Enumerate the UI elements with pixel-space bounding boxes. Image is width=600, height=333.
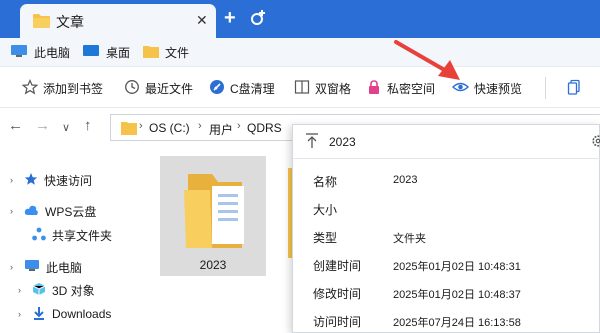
property-label: 修改时间 [313,287,362,301]
property-value: 文件夹 [393,233,426,245]
sidebar-item-label: 快速访问 [44,173,93,188]
breadcrumb-separator: › [139,120,143,132]
dual-pane-icon [294,79,310,98]
navigation-pane: › 快速访问 › WPS云盘 共享文件夹 › 此电脑 › 3D 对象 › Dow… [0,146,150,333]
property-value: 2023 [393,174,418,186]
clock-icon [124,79,140,98]
folder-icon [182,168,248,253]
quickbar-files[interactable]: 文件 [143,43,189,61]
chevron-right-icon: › [18,285,21,295]
add-bookmark-button[interactable]: 添加到书签 [21,78,104,98]
toolbar-label: 最近文件 [145,81,194,96]
breadcrumb-separator: › [237,120,241,132]
chevron-right-icon: › [18,309,21,319]
sidebar-item-wps-cloud[interactable]: › WPS云盘 [10,201,96,221]
download-icon [32,306,46,323]
forward-arrow-icon[interactable]: → [35,118,50,134]
property-label: 类型 [313,231,338,245]
chevron-right-icon: › [10,175,13,185]
chevron-right-icon: › [10,206,13,216]
quickbar-label: 此电脑 [34,45,71,60]
quickbar-label: 桌面 [106,45,131,60]
toolbar-label: 添加到书签 [43,81,104,96]
title-tab-bar: 文章 ✕ + [0,0,600,38]
sidebar-item-this-pc[interactable]: › 此电脑 [10,257,82,277]
tab-title: 文章 [56,14,84,30]
sidebar-item-label: 共享文件夹 [52,228,113,243]
chevron-down-icon[interactable]: ∨ [62,120,70,136]
chevron-right-icon: › [10,262,13,272]
property-label: 访问时间 [313,315,362,329]
toolbar-label: C盘清理 [230,81,275,96]
folder-icon [33,13,50,31]
property-value: 2025年07月24日 16:13:58 [393,317,521,329]
breadcrumb-separator: › [198,120,202,132]
sidebar-item-label: Downloads [52,307,112,321]
property-label: 创建时间 [313,259,362,273]
annotation-arrow-icon [392,38,468,85]
computer-icon [10,44,28,61]
share-icon [32,227,46,244]
sidebar-item-label: 3D 对象 [52,283,95,298]
cloud-icon [24,204,39,219]
star-icon [24,172,38,189]
tab-wenzhang[interactable]: 文章 ✕ [20,4,216,38]
quick-preview-panel: 2023 名称 2023 大小 类型 文件夹 创建时间 2025年01月02日 … [292,124,600,333]
broom-icon [209,79,225,98]
copy-icon [566,79,582,98]
c-drive-clean-button[interactable]: C盘清理 [209,79,275,97]
sidebar-item-quick-access[interactable]: › 快速访问 [10,170,92,190]
pin-icon[interactable] [305,133,319,152]
sidebar-item-label: 此电脑 [46,260,83,275]
toolbar-divider [545,77,546,99]
quickbar-this-pc[interactable]: 此电脑 [10,43,70,61]
property-label: 大小 [313,203,338,217]
desktop-icon [82,44,100,61]
sidebar-item-3d-objects[interactable]: › 3D 对象 [18,280,95,300]
toolbar: 添加到书签 最近文件 C盘清理 双窗格 私密空间 快速预览 [0,66,600,108]
quickbar-label: 文件 [165,45,190,60]
gear-icon[interactable] [591,133,600,152]
cube-icon [32,282,46,299]
breadcrumb-drive[interactable]: OS (C:) [149,121,190,135]
breadcrumb-user[interactable]: QDRS [247,121,282,135]
back-arrow-icon[interactable]: ← [8,118,23,134]
toolbar-label: 快速预览 [474,81,523,96]
property-label: 名称 [313,175,338,189]
computer-icon [24,259,40,275]
lock-icon [366,79,382,98]
folder-tile-2023[interactable]: 2023 [160,156,266,276]
folder-name: 2023 [199,258,227,272]
toolbar-label: 双窗格 [315,81,352,96]
new-window-icon[interactable] [248,8,268,31]
folder-icon [121,120,137,138]
folder-icon [143,44,159,61]
sidebar-item-downloads[interactable]: › Downloads [18,304,111,324]
star-icon [21,78,39,98]
up-arrow-icon[interactable]: ↑ [84,118,92,134]
sidebar-item-label: WPS云盘 [45,204,97,219]
dual-pane-button[interactable]: 双窗格 [294,79,351,97]
close-icon[interactable]: ✕ [196,12,208,29]
quick-access-bar: 此电脑 桌面 文件 [0,38,600,66]
quickbar-desktop[interactable]: 桌面 [82,43,130,61]
new-tab-button[interactable]: + [224,6,236,30]
property-value: 2025年01月02日 10:48:31 [393,261,521,273]
panel-title: 2023 [329,135,356,149]
breadcrumb-users[interactable]: 用户 [209,121,233,138]
property-value: 2025年01月02日 10:48:37 [393,289,521,301]
recent-files-button[interactable]: 最近文件 [124,79,193,97]
copy-path-button[interactable] [566,79,582,97]
sidebar-item-shared-folder[interactable]: 共享文件夹 [18,225,112,245]
panel-header: 2023 [293,125,600,159]
